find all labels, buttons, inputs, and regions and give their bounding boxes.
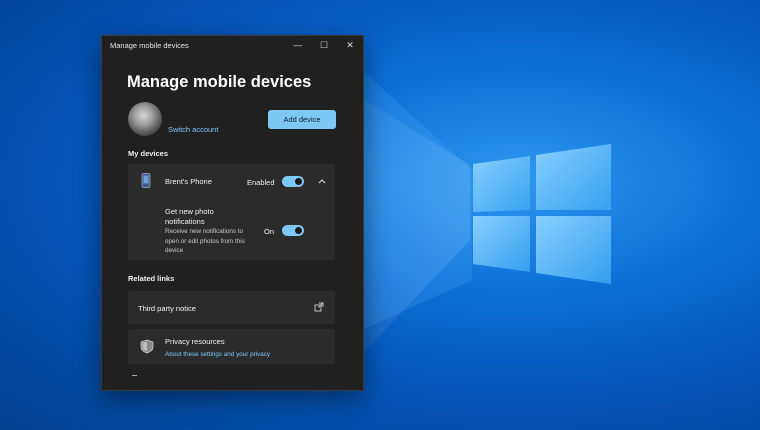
device-card: Brent's Phone Enabled Get new photo noti… [128,164,335,260]
external-link-icon [314,302,324,312]
third-party-notice-link[interactable]: Third party notice [128,291,335,324]
photo-notifications-state: On [264,227,275,236]
privacy-resources-title: Privacy resources [165,337,225,346]
chevron-up-icon[interactable] [318,178,326,184]
switch-account-link[interactable]: Switch account [168,125,218,134]
page-title: Manage mobile devices [127,73,312,91]
device-status: Enabled [247,178,275,187]
phone-icon [141,173,151,188]
shield-icon [140,339,154,354]
maximize-button[interactable]: ☐ [311,36,337,54]
add-device-button[interactable]: Add device [268,110,336,129]
window-title: Manage mobile devices [110,40,189,50]
my-devices-label: My devices [128,149,169,158]
related-links-label: Related links [128,274,175,283]
photo-notifications-title: Get new photo notifications [165,207,214,226]
photo-notifications-toggle[interactable] [282,225,304,236]
privacy-resources-card: Privacy resources About these settings a… [128,329,335,364]
avatar [128,102,162,136]
device-enabled-toggle[interactable] [282,176,304,187]
photo-notifications-description: Receive new notifications to open or edi… [165,228,245,254]
close-button[interactable]: ✕ [337,36,363,54]
device-name: Brent's Phone [165,177,212,186]
privacy-settings-link[interactable]: About these settings and your privacy [165,350,325,360]
title-bar[interactable]: Manage mobile devices — ☐ ✕ [102,36,363,54]
scroll-indicator [132,375,137,376]
minimize-button[interactable]: — [285,36,311,54]
manage-mobile-devices-window: Manage mobile devices — ☐ ✕ Manage mobil… [101,35,364,391]
third-party-notice-label: Third party notice [138,304,196,313]
